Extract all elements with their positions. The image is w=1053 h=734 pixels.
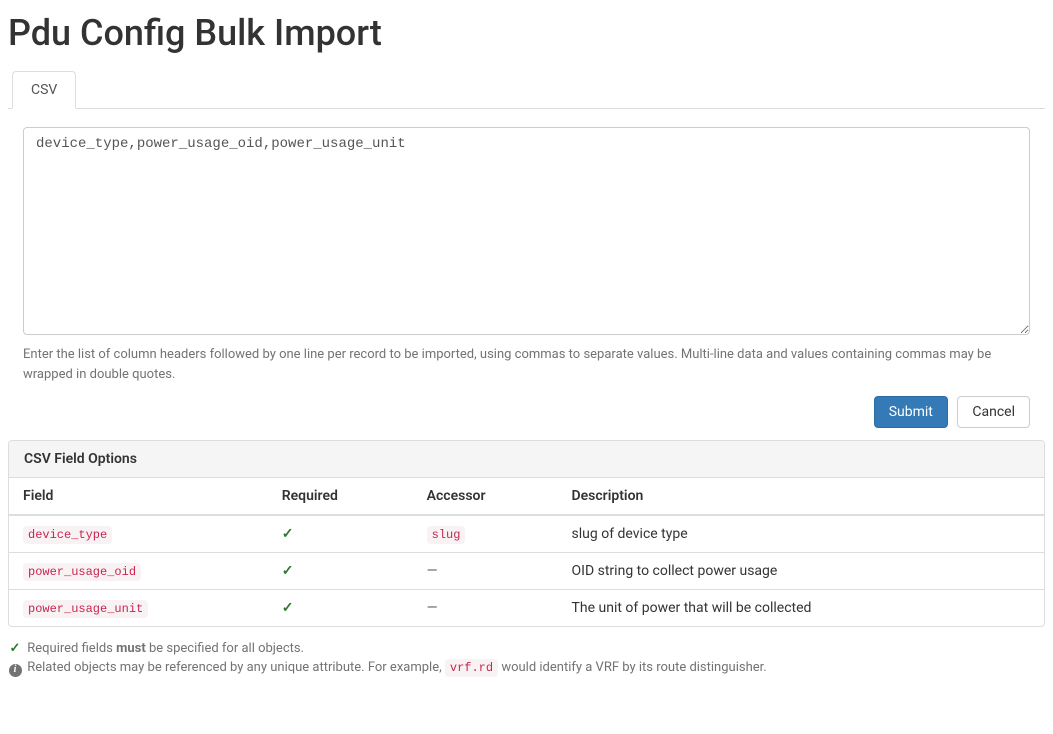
footnote-related: i Related objects may be referenced by a… xyxy=(8,660,1045,676)
csv-field-table: Field Required Accessor Description devi… xyxy=(9,478,1044,626)
page-title: Pdu Config Bulk Import xyxy=(8,12,1045,54)
footnote-required: ✓ Required fields must be specified for … xyxy=(8,641,1045,656)
field-code: device_type xyxy=(23,526,112,544)
csv-help-text: Enter the list of column headers followe… xyxy=(23,345,1030,384)
description-cell: slug of device type xyxy=(558,515,1044,553)
table-row: power_usage_oid ✓ — OID string to collect p… xyxy=(9,553,1044,590)
field-code: power_usage_unit xyxy=(23,600,148,618)
col-field: Field xyxy=(9,478,268,515)
submit-button[interactable]: Submit xyxy=(874,396,948,428)
field-code: power_usage_oid xyxy=(23,563,141,581)
check-icon: ✓ xyxy=(282,526,294,542)
description-cell: The unit of power that will be collected xyxy=(558,590,1044,627)
col-required: Required xyxy=(268,478,413,515)
csv-field-options-panel: CSV Field Options Field Required Accesso… xyxy=(8,440,1045,627)
tab-bar: CSV xyxy=(8,70,1045,109)
dash-icon: — xyxy=(427,600,438,616)
csv-textarea[interactable] xyxy=(23,127,1030,335)
dash-icon: — xyxy=(427,563,438,579)
description-cell: OID string to collect power usage xyxy=(558,553,1044,590)
csv-field-options-heading: CSV Field Options xyxy=(9,441,1044,478)
col-description: Description xyxy=(558,478,1044,515)
cancel-button[interactable]: Cancel xyxy=(957,396,1030,428)
check-icon: ✓ xyxy=(282,600,294,616)
check-icon: ✓ xyxy=(282,563,294,579)
col-accessor: Accessor xyxy=(413,478,558,515)
info-icon: i xyxy=(8,660,22,676)
accessor-code: slug xyxy=(427,526,466,544)
table-row: power_usage_unit ✓ — The unit of power that… xyxy=(9,590,1044,627)
table-row: device_type ✓ slug slug of device type xyxy=(9,515,1044,553)
check-icon: ✓ xyxy=(8,641,22,656)
tab-csv[interactable]: CSV xyxy=(12,71,76,109)
